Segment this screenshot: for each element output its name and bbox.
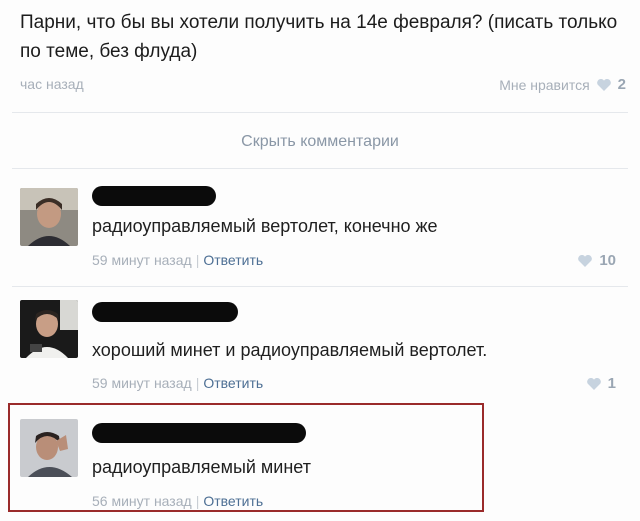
comment-meta: 59 минут назад | Ответить xyxy=(92,375,263,391)
comment-timestamp: 59 минут назад xyxy=(92,375,192,391)
like-label: Мне нравится xyxy=(499,76,590,93)
reply-link[interactable]: Ответить xyxy=(203,493,263,509)
divider xyxy=(12,286,628,287)
like-count: 10 xyxy=(599,252,616,269)
meta-separator: | xyxy=(195,375,200,391)
avatar[interactable] xyxy=(20,300,78,358)
comment-like-button[interactable]: 1 xyxy=(586,375,616,392)
comment-text: радиоуправляемый минет xyxy=(92,457,311,477)
heart-icon xyxy=(578,254,593,267)
post-timestamp: час назад xyxy=(20,76,84,92)
like-count: 1 xyxy=(607,375,616,392)
reply-link[interactable]: Ответить xyxy=(203,375,263,391)
comment-meta: 59 минут назад | Ответить xyxy=(92,252,263,268)
heart-icon xyxy=(596,78,611,91)
post-text: Парни, что бы вы хотели получить на 14е … xyxy=(20,12,618,62)
reply-link[interactable]: Ответить xyxy=(203,252,263,268)
like-count: 2 xyxy=(617,76,626,93)
meta-separator: | xyxy=(195,493,200,509)
comment-item: хороший минет и радиоуправляемый вертоле… xyxy=(12,292,628,395)
meta-separator: | xyxy=(195,252,200,268)
post-like-button[interactable]: Мне нравится 2 xyxy=(499,76,626,93)
comment-meta: 56 минут назад | Ответить xyxy=(92,493,263,509)
divider xyxy=(12,112,628,113)
heart-icon xyxy=(586,377,601,390)
redacted-author-name xyxy=(92,302,238,322)
redacted-author-name xyxy=(92,423,306,443)
comment-text: хороший минет и радиоуправляемый вертоле… xyxy=(92,340,488,360)
avatar[interactable] xyxy=(20,188,78,246)
redacted-author-name xyxy=(92,186,216,206)
comment-item: радиоуправляемый вертолет, конечно же 59… xyxy=(12,180,628,283)
hide-comments-link[interactable]: Скрыть комментарии xyxy=(0,133,640,151)
comment-like-button[interactable]: 10 xyxy=(577,252,616,269)
divider xyxy=(12,168,628,169)
comment-timestamp: 56 минут назад xyxy=(92,493,192,509)
comment-timestamp: 59 минут назад xyxy=(92,252,192,268)
highlighted-comment: радиоуправляемый минет 56 минут назад | От… xyxy=(8,403,484,512)
comment-text: радиоуправляемый вертолет, конечно же xyxy=(92,216,438,236)
avatar[interactable] xyxy=(20,419,78,477)
